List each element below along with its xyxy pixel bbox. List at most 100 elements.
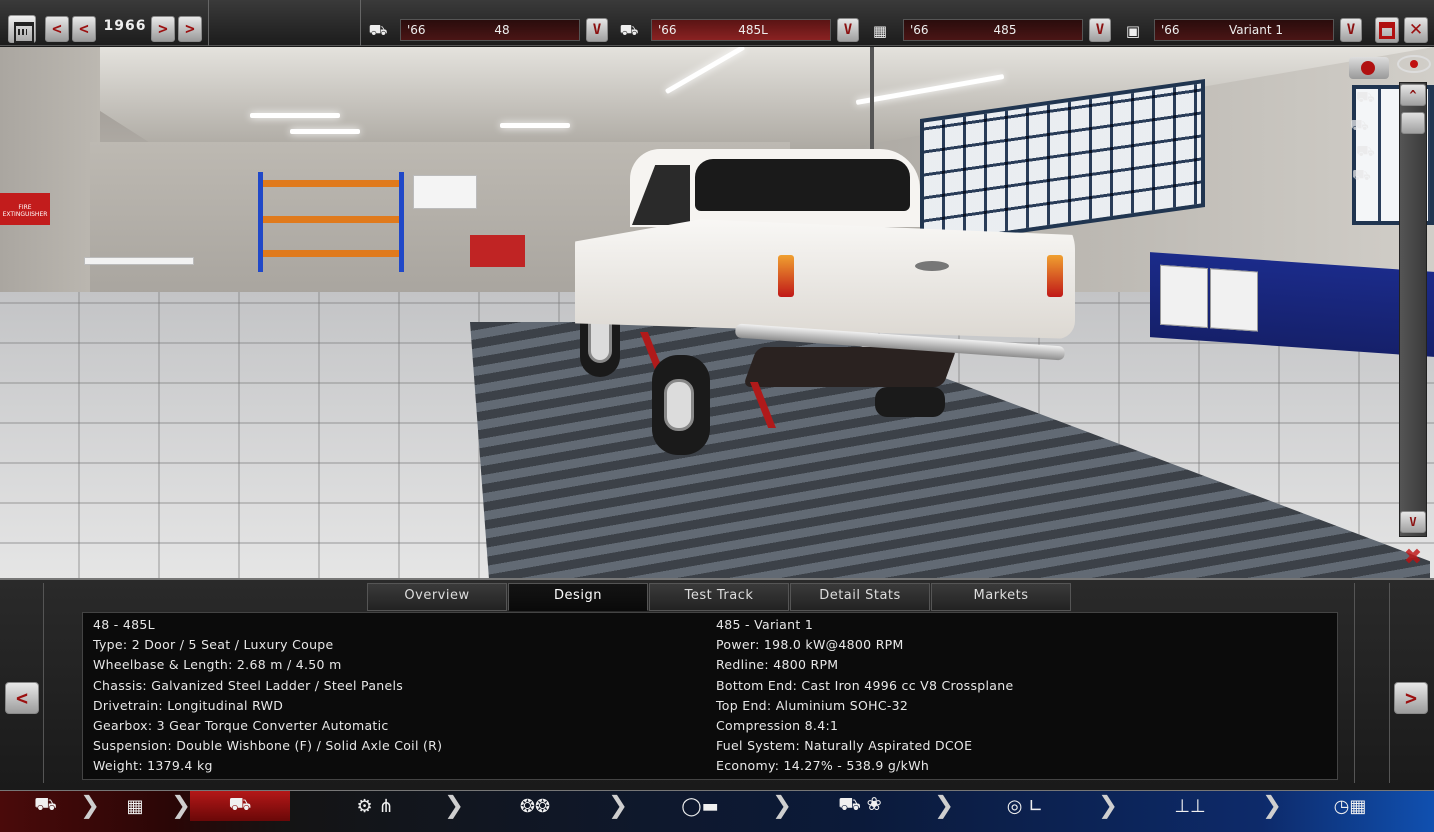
model-name: 48 bbox=[494, 23, 510, 37]
divider bbox=[208, 0, 209, 46]
shelf bbox=[263, 180, 399, 187]
wheels-icon: ❂❂ bbox=[519, 795, 551, 817]
suspension-icon: ⊥⊥ bbox=[1174, 795, 1206, 817]
year-back-button[interactable]: < bbox=[72, 16, 96, 42]
nav-body-styling[interactable]: ◯▬ bbox=[660, 791, 740, 821]
divider bbox=[1354, 583, 1355, 783]
panel-next-button[interactable]: > bbox=[1394, 682, 1428, 714]
stat-top-end: Top End: Aluminium SOHC-32 bbox=[716, 697, 909, 713]
engine-variant-dropdown-button[interactable]: V bbox=[1340, 18, 1362, 42]
car-body bbox=[575, 219, 1075, 339]
garage-3d-viewport[interactable]: FIRE EXTINGUISHER bbox=[0, 47, 1434, 578]
car-taillight bbox=[1047, 255, 1063, 297]
chevron-right-icon: ❯ bbox=[608, 791, 629, 819]
year-back-fast-button[interactable]: < bbox=[45, 16, 69, 42]
chevron-right-icon: ❯ bbox=[171, 791, 192, 819]
ceiling-light bbox=[250, 113, 340, 118]
trim-select[interactable]: '66 485L bbox=[651, 19, 831, 41]
tab-detail-stats[interactable]: Detail Stats bbox=[790, 583, 930, 611]
zoom-in-button[interactable]: ^ bbox=[1400, 84, 1426, 106]
divider bbox=[1389, 583, 1390, 783]
whiteboard bbox=[413, 175, 477, 209]
model-select[interactable]: '66 48 bbox=[400, 19, 580, 41]
close-button[interactable]: ✕ bbox=[1404, 17, 1428, 43]
engine-family-dropdown-button[interactable]: V bbox=[1089, 18, 1111, 42]
view-top-icon[interactable]: ⛟ bbox=[1352, 166, 1371, 186]
trim-year: '66 bbox=[658, 23, 677, 37]
fire-sign: FIRE EXTINGUISHER bbox=[0, 193, 50, 225]
chevron-right-icon: ❯ bbox=[772, 791, 793, 819]
chevron-right-icon: ❯ bbox=[444, 791, 465, 819]
car-name: 48 - 485L bbox=[93, 617, 155, 632]
reset-camera-icon[interactable]: ✖ bbox=[1396, 545, 1430, 571]
engine-variant-select[interactable]: '66 Variant 1 bbox=[1154, 19, 1334, 41]
car-rear-window bbox=[695, 159, 910, 211]
top-toolbar: < < 1966 > > ⛟ '66 48 V ⛟ '66 485L V ▦ '… bbox=[0, 0, 1434, 46]
nav-chassis[interactable]: ▦ bbox=[100, 791, 170, 821]
zoom-out-button[interactable]: V bbox=[1400, 511, 1426, 533]
stat-suspension: Suspension: Double Wishbone (F) / Solid … bbox=[93, 738, 443, 754]
year-display: 1966 bbox=[103, 18, 147, 34]
engine-family-select[interactable]: '66 485 bbox=[903, 19, 1083, 41]
shelf bbox=[263, 216, 399, 223]
nav-aero[interactable]: ⛟ ❀ bbox=[800, 791, 920, 821]
tab-test-track[interactable]: Test Track bbox=[649, 583, 789, 611]
tab-overview[interactable]: Overview bbox=[367, 583, 507, 611]
divider bbox=[43, 583, 44, 783]
nav-trim[interactable]: ⛟ bbox=[190, 791, 290, 821]
car-fan-icon: ⛟ ❀ bbox=[838, 794, 882, 815]
stat-drivetrain: Drivetrain: Longitudinal RWD bbox=[93, 697, 284, 713]
tab-design[interactable]: Design bbox=[508, 583, 648, 611]
trim-icon: ⛟ bbox=[228, 794, 252, 815]
eye-icon[interactable] bbox=[1397, 55, 1431, 73]
trim-icon: ⛟ bbox=[619, 21, 639, 39]
ceiling-light bbox=[290, 129, 360, 134]
design-summary: 48 - 485L Type: 2 Door / 5 Seat / Luxury… bbox=[82, 612, 1338, 780]
chevron-right-icon: > bbox=[158, 19, 168, 38]
chevron-right-icon: > bbox=[185, 19, 195, 38]
body-styling-icon: ◯▬ bbox=[681, 795, 719, 817]
cabinet-door bbox=[1210, 268, 1258, 332]
nav-wheels[interactable]: ❂❂ bbox=[500, 791, 570, 821]
stat-gearbox: Gearbox: 3 Gear Torque Converter Automat… bbox=[93, 717, 389, 733]
car-taillight bbox=[778, 255, 794, 297]
engine-family-icon: ▦ bbox=[872, 22, 888, 40]
tab-markets[interactable]: Markets bbox=[931, 583, 1071, 611]
car-underside bbox=[742, 347, 958, 387]
model-year: '66 bbox=[407, 23, 426, 37]
year-forward-button[interactable]: > bbox=[151, 16, 175, 42]
engine-stats-column: 485 - Variant 1 Power: 198.0 kW@4800 RPM… bbox=[716, 617, 1013, 779]
zoom-scrollbar[interactable] bbox=[1399, 82, 1427, 537]
view-front-icon[interactable]: ⛟ bbox=[1356, 88, 1375, 108]
engine-variant-name: Variant 1 bbox=[1228, 23, 1283, 37]
piston-icon: ▣ bbox=[1125, 22, 1141, 40]
model-dropdown-button[interactable]: V bbox=[586, 18, 608, 42]
nav-car-model[interactable]: ⛟ bbox=[18, 791, 73, 821]
trim-name: 485L bbox=[738, 23, 768, 37]
stat-type: Type: 2 Door / 5 Seat / Luxury Coupe bbox=[93, 637, 334, 653]
divider bbox=[360, 0, 361, 46]
view-side-icon[interactable]: ⛟ bbox=[1350, 116, 1369, 136]
car-model-render[interactable] bbox=[570, 147, 1080, 455]
view-rear-icon[interactable]: ⛟ bbox=[1356, 142, 1375, 162]
nav-engine-gearbox[interactable]: ⚙ ⋔ bbox=[330, 791, 420, 821]
calendar-icon[interactable] bbox=[8, 15, 36, 43]
chevron-left-icon: < bbox=[52, 19, 62, 38]
chevron-right-icon: ❯ bbox=[80, 791, 101, 819]
ceiling-light bbox=[500, 123, 570, 128]
zoom-scrollbar-thumb[interactable] bbox=[1401, 112, 1425, 134]
chevron-left-icon: < bbox=[79, 19, 89, 38]
nav-testing[interactable]: ◷▦ bbox=[1315, 791, 1385, 821]
panel-prev-button[interactable]: < bbox=[5, 682, 39, 714]
engine-family-year: '66 bbox=[910, 23, 929, 37]
save-button[interactable] bbox=[1375, 17, 1399, 43]
car-designer-app: < < 1966 > > ⛟ '66 48 V ⛟ '66 485L V ▦ '… bbox=[0, 0, 1434, 832]
interior-icon: ◎ ∟ bbox=[1006, 795, 1044, 817]
camera-icon[interactable] bbox=[1349, 57, 1389, 79]
trim-dropdown-button[interactable]: V bbox=[837, 18, 859, 42]
testing-icon: ◷▦ bbox=[1333, 795, 1367, 817]
engine-variant-year: '66 bbox=[1161, 23, 1180, 37]
nav-interior[interactable]: ◎ ∟ bbox=[990, 791, 1060, 821]
nav-suspension[interactable]: ⊥⊥ bbox=[1160, 791, 1220, 821]
year-forward-fast-button[interactable]: > bbox=[178, 16, 202, 42]
